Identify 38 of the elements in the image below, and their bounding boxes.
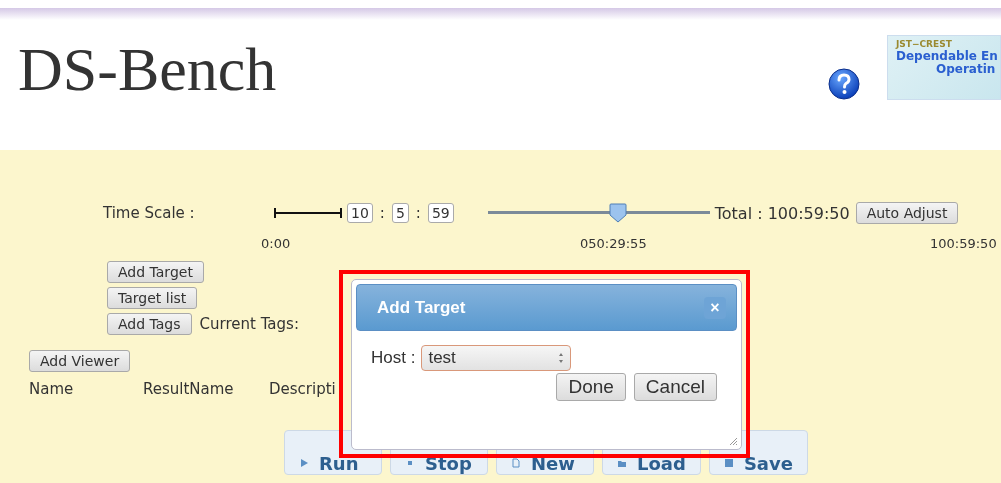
document-icon: [511, 458, 521, 468]
column-header: Name: [29, 380, 74, 398]
sponsor-banner[interactable]: JST−CREST Dependable En Operatin: [887, 35, 1001, 100]
separator: :: [379, 204, 385, 222]
auto-adjust-button[interactable]: Auto Adjust: [855, 202, 959, 224]
tick-label: 050:29:55: [580, 236, 647, 251]
slider-thumb[interactable]: [608, 203, 627, 223]
total-time: Total : 100:59:50: [714, 203, 850, 223]
minutes-field[interactable]: 5: [391, 203, 409, 223]
play-icon: [299, 458, 309, 468]
target-button[interactable]: Add Tags: [107, 313, 192, 335]
host-select[interactable]: test: [421, 345, 572, 371]
target-button[interactable]: Add Target: [107, 261, 204, 283]
banner-text: JST−CREST: [896, 39, 953, 49]
column-header: ResultName: [143, 380, 234, 398]
page-title: DS-Bench: [18, 38, 277, 100]
scale-bar-icon: [274, 208, 342, 218]
folder-icon: [617, 458, 627, 468]
banner-text: Operatin: [936, 63, 997, 75]
tick-label: 0:00: [261, 236, 291, 251]
resize-grip-icon: [728, 436, 738, 446]
column-header: Descripti: [269, 380, 336, 398]
spinner-arrows-icon: [558, 352, 565, 364]
seconds-field[interactable]: 59: [427, 203, 454, 223]
dialog-title: Add Target: [377, 297, 466, 318]
dialog-button[interactable]: Done: [556, 373, 626, 401]
host-label: Host :: [371, 348, 416, 368]
tick-label: 100:59:50: [930, 236, 997, 251]
banner-text: Dependable En: [896, 49, 999, 63]
hours-field[interactable]: 10: [347, 203, 373, 223]
target-button[interactable]: Target list: [107, 287, 198, 309]
current-tags-label: Current Tags:: [199, 315, 299, 333]
separator: :: [415, 204, 421, 222]
time-scale-label: Time Scale :: [103, 204, 196, 222]
help-icon[interactable]: [828, 68, 860, 100]
dialog-button[interactable]: Cancel: [633, 373, 717, 401]
stop-icon: [405, 458, 415, 468]
add-viewer-button[interactable]: Add Viewer: [29, 350, 131, 372]
